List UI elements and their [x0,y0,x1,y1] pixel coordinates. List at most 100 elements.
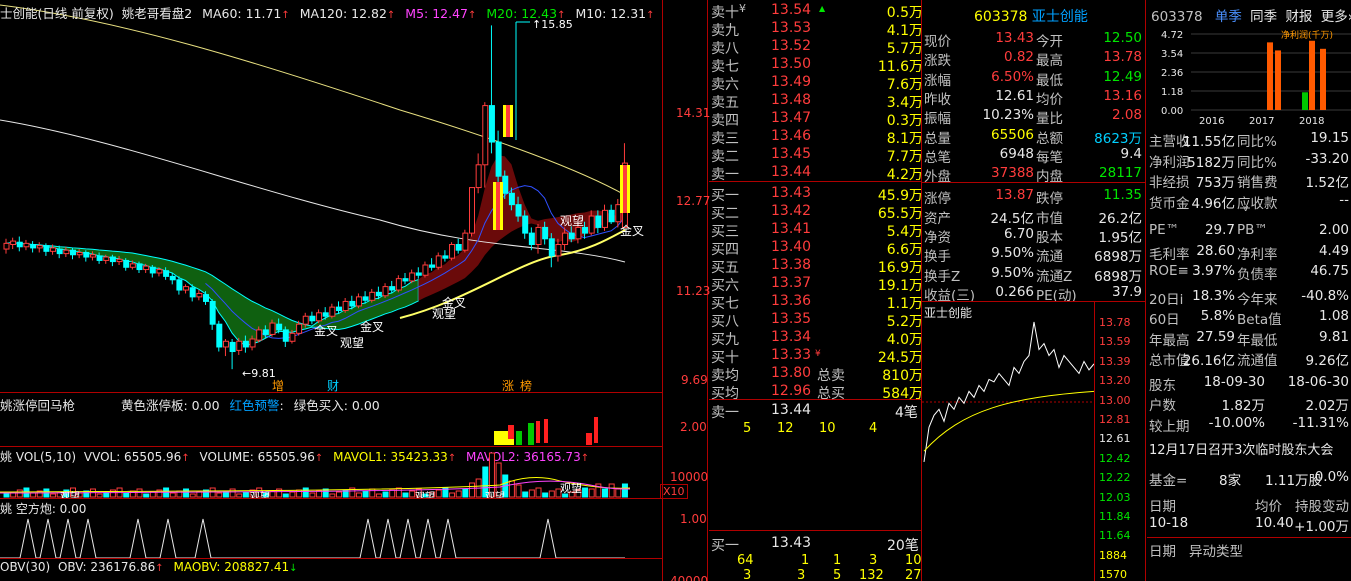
candle-body [149,266,156,274]
fin-cell: 同比% [1237,154,1277,171]
hold-v: 10-18 [1149,515,1189,531]
buy-row[interactable]: 买三 13.41 5.4万 [709,220,921,240]
expand-chevron-icon[interactable]: v [1243,204,1248,214]
intraday-axis-tick: 13.39 [1099,354,1131,368]
level-price: 13.37 [771,275,812,291]
quote-cell: 13.43 [995,30,1034,46]
candle-body [76,251,83,256]
sell-row[interactable]: 卖六 13.49 7.6万 [709,73,921,93]
profit-y-tick: 4.72 [1161,30,1183,41]
candle-body [608,209,615,223]
sell-row[interactable]: 卖九 13.53 4.1万 [709,19,921,39]
vol-tag: 观望 [415,492,435,498]
candle-body [282,329,289,342]
fin-cell: 净利率 [1237,246,1278,263]
candle-body [203,294,209,302]
candle-body [289,332,296,342]
volume-bar [50,493,57,498]
anomaly-header: 日期 异动类型 [1147,537,1351,560]
quote-cell: 37388 [991,165,1034,182]
candle-body [50,247,57,252]
candle-body [16,241,23,248]
fin-cell: 较上期 [1149,418,1190,435]
buy-row[interactable]: 买九 13.34 4.0万 [709,328,921,348]
quote-cell: 12.50 [1103,30,1142,46]
indicator-panel-1[interactable]: 姚涨停回马枪 黄色涨停板: 0.00 红色预警: 绿色买入: 0.00 [0,392,662,446]
candle-body [116,258,123,263]
buy-row[interactable]: 买二 13.42 65.5万 [709,202,921,222]
x10-button[interactable]: X10 [660,484,688,499]
quote-row: 换手 9.50% 流通 6898万 [922,243,1145,265]
sell-row[interactable]: 卖三 13.46 8.1万 [709,127,921,147]
volume-bar [548,490,555,498]
fin-row: 户数 1.82万 2.02万 [1147,392,1351,414]
fin-cell: 11.55亿 [1182,134,1235,150]
quote-row: 振幅 10.23% 量比 2.08 [922,105,1145,127]
notice-link[interactable]: 12月17日召开3次临时股东大会 [1149,439,1333,458]
tab-quarter[interactable]: 单季 [1215,9,1242,25]
sell-row[interactable]: 卖一 13.44 4.2万 [709,163,921,183]
buy-row[interactable]: 买十 13.33 ¥24.5万 [709,346,921,366]
volume-bar [382,491,389,498]
quote-cell: 0.82 [1003,49,1034,66]
fin-row: PE™ 29.7 PB™ 2.00 [1147,220,1351,240]
quote-row: 换手Z 9.50% 流通Z 6898万 [922,263,1145,285]
candle-body [375,291,382,297]
candle-body [562,232,569,245]
volume-bar [189,493,196,498]
fin-cell: -11.31% [1292,414,1349,431]
candle-body [30,244,37,249]
sell-row[interactable]: 卖十 ¥13.54 ▲ 0.5万 [709,1,921,21]
candle-body [96,255,103,261]
volume-bar [123,492,130,498]
obv-axis: 40000 [670,574,709,581]
volume-bar [395,487,402,498]
candle-body [395,278,402,291]
candle-body [176,279,183,291]
intraday-axis-tick: 13.20 [1099,374,1131,388]
anomaly-h: 异动类型 [1189,544,1243,560]
buy-row[interactable]: 买四 13.40 6.6万 [709,238,921,258]
quote-row: 现价 13.43 今开 12.50 [922,28,1145,50]
sell-row[interactable]: 卖八 13.52 5.7万 [709,37,921,57]
quote-header[interactable]: 603378 亚士创能 [974,6,1088,26]
fin-cell: 货币金 [1149,195,1190,212]
fin-cell: 46.75 [1310,263,1349,279]
queue2-val: 5 [833,568,842,581]
sell-row[interactable]: 卖二 13.45 7.7万 [709,145,921,165]
sell-row[interactable]: 卖五 13.48 3.4万 [709,91,921,111]
candle-body [508,192,515,206]
fin-cell: 1.82万 [1221,398,1265,414]
tab-more[interactable]: 更多 [1321,9,1348,25]
sell-row[interactable]: 卖七 13.50 11.6万 [709,55,921,75]
tab-same-quarter[interactable]: 同季 [1250,9,1277,25]
buy-row[interactable]: 买六 13.37 19.1万 [709,274,921,294]
obv-panel[interactable]: OBV(30) OBV: 236176.86↑ MAOBV: 208827.41… [0,558,662,581]
buy-row[interactable]: 买八 13.35 5.2万 [709,310,921,330]
buy-row[interactable]: 买七 13.36 1.1万 [709,292,921,312]
currency-icon: ¥ [815,349,821,359]
buy-row[interactable]: 买一 13.43 45.9万 [709,184,921,204]
volume-bar [508,480,515,498]
quote-cell: 12.49 [1103,68,1142,85]
sell-list: 卖十 ¥13.54 ▲ 0.5万 卖九 13.53 4.1万 卖八 13.52 5.7万 卖七 13.… [709,0,921,183]
buy-row[interactable]: 买五 13.38 16.9万 [709,256,921,276]
fin-cell: 3.97% [1192,263,1235,279]
low-label: ←9.81 [242,367,276,380]
volume-bar [402,492,409,498]
intraday-axis-tick: 1570 [1099,568,1127,581]
candle-body [362,296,369,301]
price-line [923,321,1095,463]
volume-panel[interactable]: 姚 VOL(5,10) VVOL: 65505.96↑ VOLUME: 6550… [0,446,662,498]
tab-report[interactable]: 财报 [1285,9,1312,25]
vol-axis: 10000 [670,470,709,484]
intraday-panel[interactable]: 亚士创能 13.78 13.59 13.39 13.20 13.00 12.81 12.61… [922,301,1145,581]
intraday-axis-tick: 12.22 [1099,471,1131,485]
fin-row: 主营收 11.55亿 同比% 19.15 [1147,128,1351,150]
queue1-val: 10 [819,421,836,436]
axis-tick-2: 12.77 [676,194,711,208]
indicator1-axis: 2.00 [680,420,707,434]
kongfang-panel[interactable]: 姚 空方炮: 0.00 [0,498,662,558]
sell-row[interactable]: 卖四 13.47 0.3万 [709,109,921,129]
vol-tag: 观望 [485,492,505,498]
